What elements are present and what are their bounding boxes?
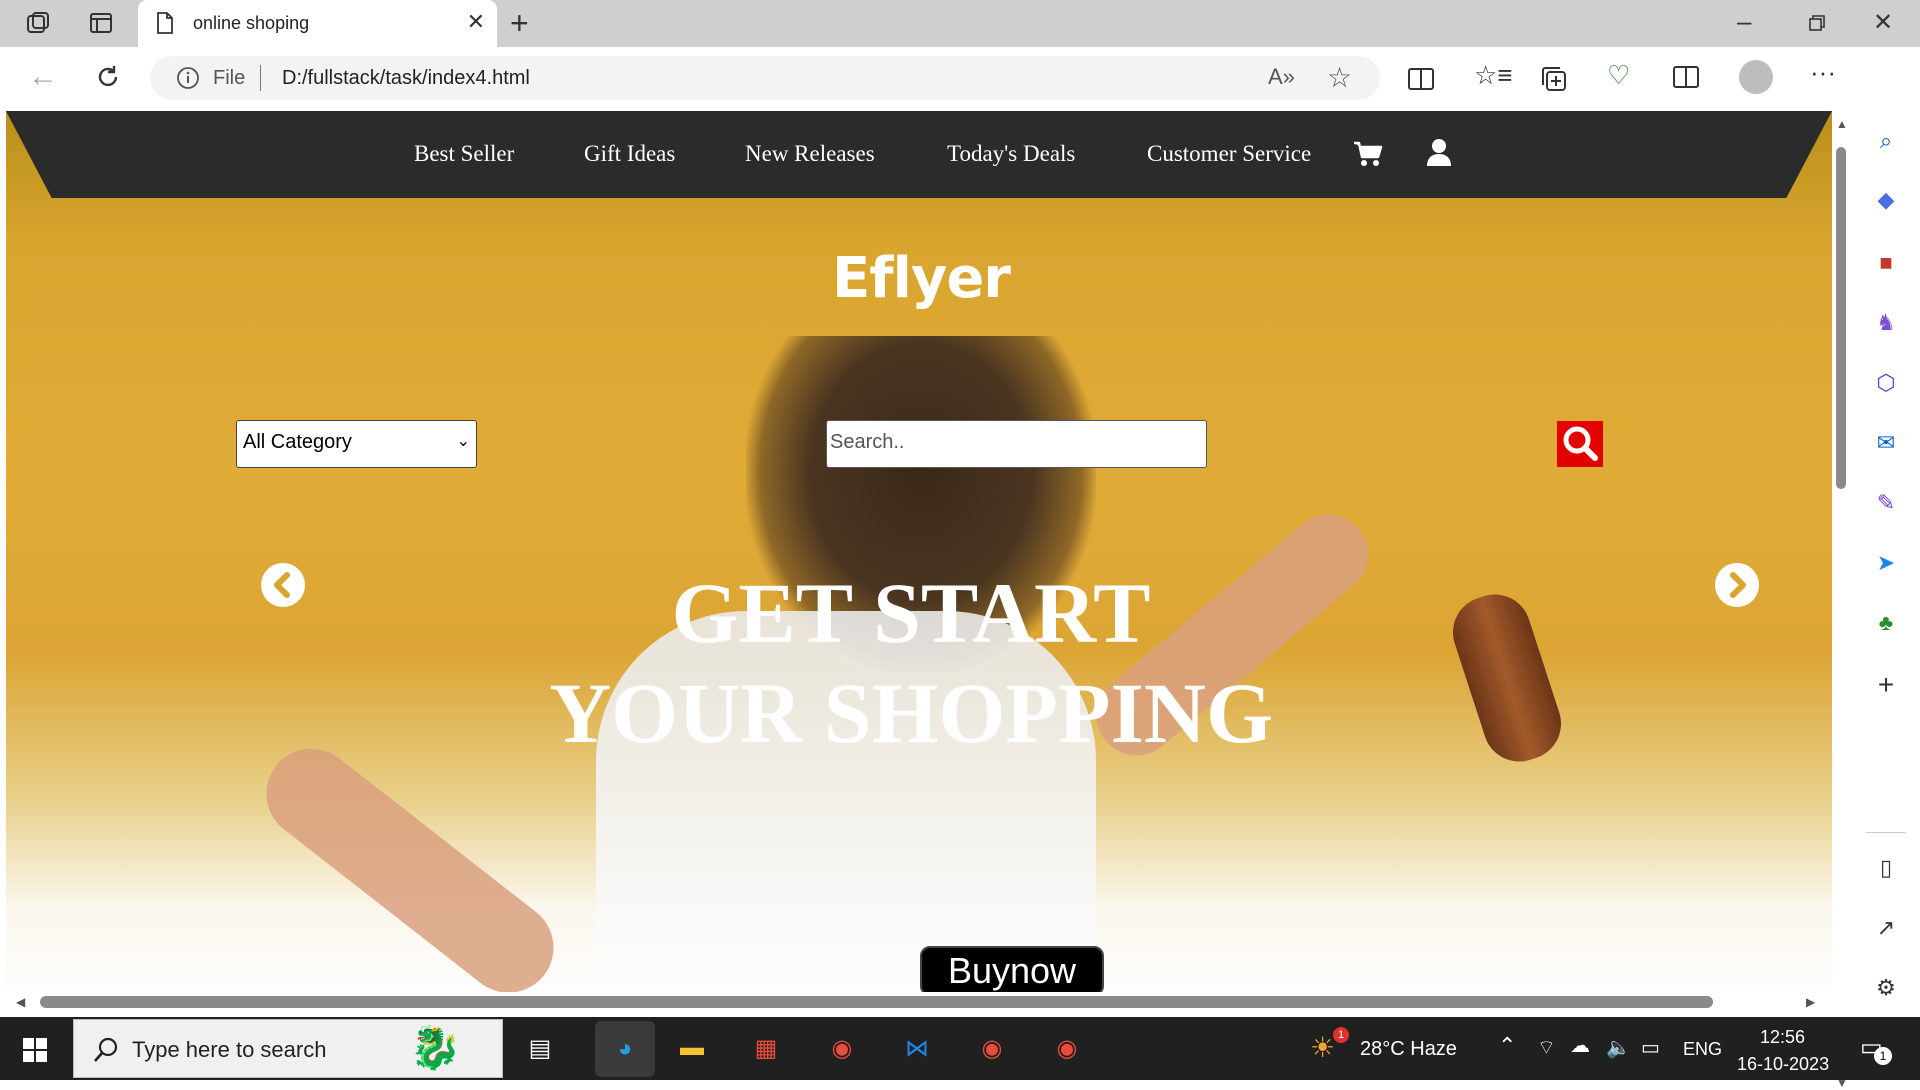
sidebar-outlook-icon[interactable]: ✉ bbox=[1870, 427, 1902, 459]
sidebar-open-external-icon[interactable]: ↗ bbox=[1870, 912, 1902, 944]
volume-icon[interactable]: 🔈 bbox=[1606, 1035, 1631, 1060]
sidebar-tree-icon[interactable]: ♣ bbox=[1870, 607, 1902, 639]
network-icon[interactable]: ⌔ bbox=[1537, 1035, 1556, 1060]
sidebar-games-icon[interactable]: ♞ bbox=[1870, 307, 1902, 339]
workspaces-icon[interactable] bbox=[24, 10, 52, 38]
collections-icon[interactable] bbox=[1540, 65, 1568, 93]
weather-icon[interactable]: ☀ bbox=[1310, 1031, 1335, 1064]
sidebar-tools-icon[interactable]: ■ bbox=[1870, 247, 1902, 279]
performance-icon[interactable] bbox=[1672, 65, 1700, 91]
search-highlight-dragon-icon[interactable]: 🐉 bbox=[409, 1024, 461, 1073]
active-tab[interactable]: online shoping ✕ bbox=[138, 0, 497, 47]
more-menu-icon[interactable]: ··· bbox=[1810, 57, 1836, 88]
sidebar-drop-icon[interactable]: ➤ bbox=[1870, 547, 1902, 579]
clock-time[interactable]: 12:56 bbox=[1760, 1027, 1805, 1048]
favorite-star-icon[interactable]: ☆ bbox=[1327, 61, 1352, 94]
sidebar-shopping-icon[interactable]: ◆ bbox=[1870, 184, 1902, 216]
search-button[interactable] bbox=[1557, 421, 1603, 467]
user-icon[interactable] bbox=[1426, 137, 1452, 167]
read-aloud-icon[interactable]: A» bbox=[1268, 64, 1295, 90]
chrome-profile-2-icon[interactable]: ◉ bbox=[1047, 1028, 1087, 1068]
battery-icon[interactable]: ▭ bbox=[1641, 1035, 1660, 1060]
chrome-profile-icon[interactable]: ◉ bbox=[972, 1028, 1012, 1068]
scroll-up-icon[interactable]: ▲ bbox=[1836, 117, 1848, 131]
hero-image-left-arm bbox=[248, 730, 572, 1011]
hero-headline-line2: YOUR SHOPPING bbox=[549, 665, 1273, 761]
windows-taskbar: Type here to search 🐉 ▤ ◕ ▬ ▦ ◉ ⋈ ◉ ◉ ☀ … bbox=[0, 1017, 1920, 1080]
restore-icon[interactable] bbox=[1808, 14, 1826, 32]
back-icon[interactable]: ← bbox=[28, 60, 58, 94]
scroll-left-icon[interactable]: ◀ bbox=[16, 995, 25, 1009]
vscode-icon[interactable]: ⋈ bbox=[897, 1028, 937, 1068]
favorites-icon[interactable]: ☆≡ bbox=[1474, 60, 1512, 91]
edge-sidebar: ⌕ ◆ ■ ♞ ⬡ ✉ ✎ ➤ ♣ + ▯ ↗ ⚙ bbox=[1852, 47, 1920, 1017]
main-nav bbox=[6, 111, 1832, 198]
category-select-value: All Category bbox=[243, 431, 352, 453]
show-hidden-icons[interactable]: ⌃ bbox=[1498, 1033, 1516, 1059]
taskbar-search-icon bbox=[94, 1037, 118, 1062]
browser-essentials-icon[interactable]: ♡ bbox=[1607, 60, 1630, 91]
sidebar-m365-icon[interactable]: ⬡ bbox=[1870, 367, 1902, 399]
clock-date[interactable]: 16-10-2023 bbox=[1737, 1054, 1829, 1075]
sidebar-divider bbox=[1866, 832, 1906, 833]
edge-taskbar-icon[interactable]: ◕ bbox=[595, 1021, 655, 1077]
page-icon bbox=[157, 12, 173, 34]
taskbar-search-placeholder: Type here to search bbox=[132, 1037, 327, 1062]
refresh-icon[interactable] bbox=[94, 63, 122, 91]
weather-badge: 1 bbox=[1333, 1027, 1349, 1043]
minimize-icon[interactable]: – bbox=[1737, 6, 1751, 37]
close-tab-icon[interactable]: ✕ bbox=[467, 9, 485, 35]
vertical-scroll-thumb[interactable] bbox=[1836, 147, 1846, 489]
browser-toolbar: ← File D:/fullstack/task/index4.html A» … bbox=[0, 47, 1920, 109]
weather-text[interactable]: 28°C Haze bbox=[1360, 1038, 1457, 1061]
sidebar-designer-icon[interactable]: ✎ bbox=[1870, 487, 1902, 519]
onedrive-icon[interactable]: ☁ bbox=[1570, 1033, 1590, 1058]
tab-title: online shoping bbox=[193, 13, 310, 33]
microsoft-store-icon[interactable]: ▦ bbox=[746, 1028, 786, 1068]
nav-customer-service[interactable]: Customer Service bbox=[1147, 141, 1311, 167]
tab-actions-icon[interactable] bbox=[88, 10, 114, 36]
cart-icon[interactable] bbox=[1352, 140, 1384, 168]
sidebar-add-icon[interactable]: + bbox=[1870, 669, 1902, 701]
buy-now-button[interactable]: Buynow bbox=[920, 946, 1104, 996]
nav-gift-ideas[interactable]: Gift Ideas bbox=[584, 141, 675, 167]
task-view-icon[interactable]: ▤ bbox=[520, 1028, 560, 1068]
nav-todays-deals[interactable]: Today's Deals bbox=[947, 141, 1075, 167]
hero-headline-line1: GET START bbox=[671, 565, 1151, 661]
file-explorer-icon[interactable]: ▬ bbox=[672, 1028, 712, 1068]
address-bar[interactable]: File D:/fullstack/task/index4.html A» ☆ bbox=[150, 56, 1380, 100]
profile-avatar[interactable] bbox=[1739, 60, 1773, 94]
search-icon bbox=[1563, 426, 1598, 461]
window-close-icon[interactable]: ✕ bbox=[1873, 8, 1893, 37]
taskbar-search-box[interactable]: Type here to search 🐉 bbox=[73, 1019, 503, 1078]
sidebar-hide-icon[interactable]: ▯ bbox=[1870, 852, 1902, 884]
sidebar-search-icon[interactable]: ⌕ bbox=[1870, 125, 1902, 157]
sidebar-settings-icon[interactable]: ⚙ bbox=[1870, 972, 1902, 1004]
address-url[interactable]: D:/fullstack/task/index4.html bbox=[282, 67, 530, 90]
windows-start-icon[interactable] bbox=[22, 1037, 48, 1063]
info-icon[interactable] bbox=[176, 66, 200, 90]
site-logo[interactable]: Eflyer bbox=[832, 246, 1011, 311]
web-page-viewport: Best Seller Gift Ideas New Releases Toda… bbox=[6, 111, 1832, 1017]
split-screen-icon[interactable] bbox=[1407, 67, 1435, 91]
search-input[interactable]: Search.. bbox=[826, 420, 1207, 468]
nav-new-releases[interactable]: New Releases bbox=[745, 141, 875, 167]
category-select[interactable]: All Category ⌄ bbox=[236, 420, 477, 468]
hero-headline: GET START YOUR SHOPPING bbox=[6, 563, 1816, 763]
scroll-right-icon[interactable]: ▶ bbox=[1806, 995, 1815, 1009]
notification-count: 1 bbox=[1874, 1047, 1892, 1065]
nav-best-seller[interactable]: Best Seller bbox=[414, 141, 514, 167]
language-indicator[interactable]: ENG bbox=[1683, 1039, 1722, 1060]
address-divider bbox=[260, 65, 261, 91]
chevron-down-icon: ⌄ bbox=[456, 433, 470, 450]
browser-tab-strip: online shoping ✕ + – ✕ bbox=[0, 0, 1920, 47]
chrome-icon[interactable]: ◉ bbox=[822, 1028, 862, 1068]
new-tab-icon[interactable]: + bbox=[510, 5, 529, 42]
horizontal-scroll-thumb[interactable] bbox=[40, 996, 1713, 1008]
address-scheme: File bbox=[213, 67, 246, 89]
